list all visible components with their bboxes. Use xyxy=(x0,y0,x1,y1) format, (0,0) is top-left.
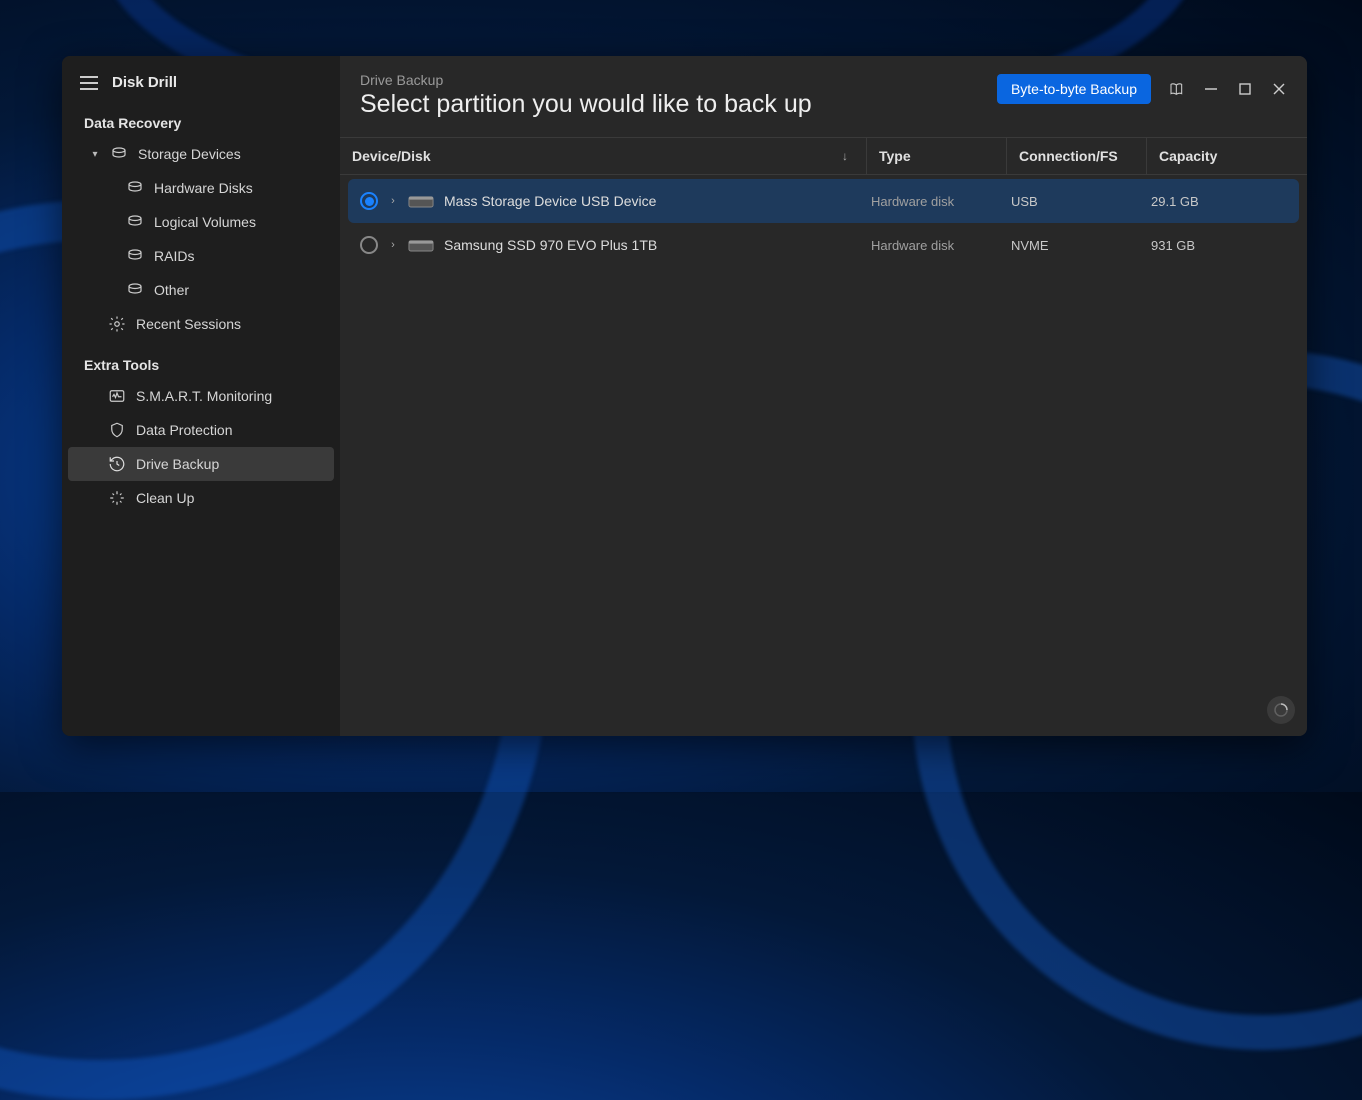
main-panel: Drive Backup Select partition you would … xyxy=(340,56,1307,736)
sidebar-item-recent-sessions[interactable]: Recent Sessions xyxy=(68,307,334,341)
device-connection: NVME xyxy=(999,225,1139,266)
sidebar-item-clean-up[interactable]: Clean Up xyxy=(68,481,334,515)
chevron-down-icon: ▾ xyxy=(90,149,100,160)
device-name: Samsung SSD 970 EVO Plus 1TB xyxy=(444,237,657,253)
loading-indicator-icon xyxy=(1267,696,1295,724)
sidebar-item-label: Data Protection xyxy=(136,422,233,438)
disk-icon xyxy=(126,179,144,197)
page-title: Select partition you would like to back … xyxy=(360,90,812,119)
column-header-type[interactable]: Type xyxy=(867,138,1007,174)
sidebar-item-hardware-disks[interactable]: Hardware Disks xyxy=(68,171,334,205)
device-type: Hardware disk xyxy=(859,181,999,222)
sidebar-item-label: Drive Backup xyxy=(136,456,219,472)
sidebar: Disk Drill Data Recovery ▾ Storage Devic… xyxy=(62,56,340,736)
book-icon[interactable] xyxy=(1169,81,1185,97)
section-header-data-recovery: Data Recovery xyxy=(62,99,340,137)
sidebar-item-logical-volumes[interactable]: Logical Volumes xyxy=(68,205,334,239)
chevron-right-icon[interactable]: › xyxy=(388,195,398,207)
maximize-button[interactable] xyxy=(1237,81,1253,97)
shield-icon xyxy=(108,421,126,439)
sidebar-item-label: RAIDs xyxy=(154,248,194,264)
sidebar-item-drive-backup[interactable]: Drive Backup xyxy=(68,447,334,481)
breadcrumb: Drive Backup xyxy=(360,72,812,88)
disk-icon xyxy=(110,145,128,163)
sidebar-item-label: Clean Up xyxy=(136,490,194,506)
activity-icon xyxy=(108,387,126,405)
sidebar-item-label: Hardware Disks xyxy=(154,180,253,196)
drive-icon xyxy=(408,237,434,253)
sidebar-item-other[interactable]: Other xyxy=(68,273,334,307)
device-capacity: 29.1 GB xyxy=(1139,181,1299,222)
device-rows: › Mass Storage Device USB Device Hardwar… xyxy=(340,175,1307,271)
sidebar-item-data-protection[interactable]: Data Protection xyxy=(68,413,334,447)
disk-icon xyxy=(126,247,144,265)
radio-selected-icon[interactable] xyxy=(360,192,378,210)
app-title: Disk Drill xyxy=(112,74,177,91)
app-window: Disk Drill Data Recovery ▾ Storage Devic… xyxy=(62,56,1307,736)
section-header-extra-tools: Extra Tools xyxy=(62,341,340,379)
sidebar-item-raids[interactable]: RAIDs xyxy=(68,239,334,273)
chevron-right-icon[interactable]: › xyxy=(388,239,398,251)
close-button[interactable] xyxy=(1271,81,1287,97)
sidebar-item-smart-monitoring[interactable]: S.M.A.R.T. Monitoring xyxy=(68,379,334,413)
byte-to-byte-backup-button[interactable]: Byte-to-byte Backup xyxy=(997,74,1151,104)
table-row[interactable]: › Mass Storage Device USB Device Hardwar… xyxy=(348,179,1299,223)
sidebar-item-label: Other xyxy=(154,282,189,298)
sidebar-item-label: Recent Sessions xyxy=(136,316,241,332)
column-header-capacity[interactable]: Capacity xyxy=(1147,138,1307,174)
drive-icon xyxy=(408,193,434,209)
device-name: Mass Storage Device USB Device xyxy=(444,193,656,209)
history-icon xyxy=(108,455,126,473)
device-type: Hardware disk xyxy=(859,225,999,266)
hamburger-menu-icon[interactable] xyxy=(80,76,98,90)
sidebar-item-label: S.M.A.R.T. Monitoring xyxy=(136,388,272,404)
table-row[interactable]: › Samsung SSD 970 EVO Plus 1TB Hardware … xyxy=(348,223,1299,267)
sidebar-item-label: Storage Devices xyxy=(138,146,241,162)
sidebar-item-label: Logical Volumes xyxy=(154,214,256,230)
sidebar-item-storage-devices[interactable]: ▾ Storage Devices xyxy=(68,137,334,171)
column-header-connection[interactable]: Connection/FS xyxy=(1007,138,1147,174)
device-connection: USB xyxy=(999,181,1139,222)
radio-unselected-icon[interactable] xyxy=(360,236,378,254)
table-header: Device/Disk ↓ Type Connection/FS Capacit… xyxy=(340,137,1307,175)
column-header-device[interactable]: Device/Disk ↓ xyxy=(340,138,867,174)
sort-descending-icon: ↓ xyxy=(842,149,848,163)
device-capacity: 931 GB xyxy=(1139,225,1299,266)
sparkle-icon xyxy=(108,489,126,507)
disk-icon xyxy=(126,213,144,231)
disk-icon xyxy=(126,281,144,299)
gear-icon xyxy=(108,315,126,333)
minimize-button[interactable] xyxy=(1203,81,1219,97)
